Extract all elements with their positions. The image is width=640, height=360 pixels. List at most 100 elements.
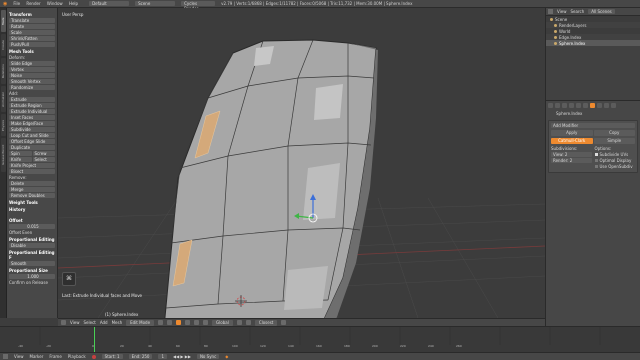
snap-icon[interactable] (245, 320, 251, 325)
extrude-individual-button[interactable]: Extrude Individual (9, 109, 55, 114)
world-tab-icon[interactable] (569, 103, 574, 108)
bisect-button[interactable]: Bisect (9, 169, 55, 174)
knife-select-button[interactable]: Select (32, 157, 55, 162)
slide-edge-button[interactable]: Slide Edge (9, 61, 55, 66)
pivot-icon[interactable] (167, 320, 173, 325)
loop-cut-button[interactable]: Loop Cut and Slide (9, 133, 55, 138)
extrude-region-button[interactable]: Extrude Region (9, 103, 55, 108)
menu-window[interactable]: Window (47, 1, 63, 6)
copy-button[interactable]: Copy (593, 130, 635, 136)
history-header[interactable]: History (9, 207, 55, 212)
3d-viewport[interactable] (58, 8, 545, 318)
catmull-clark-button[interactable]: Catmull-Clark (551, 138, 593, 144)
shrink-fatten-button[interactable]: Shrink/Fatten (9, 36, 55, 41)
subdivide-uvs-checkbox[interactable]: Subdivide UVs (594, 152, 636, 157)
transform-header[interactable]: Transform (9, 12, 55, 17)
layout-selector[interactable]: Default (89, 1, 130, 6)
menu-view[interactable]: View (70, 320, 80, 325)
current-frame-cursor[interactable] (94, 327, 95, 352)
layers-tab-icon[interactable] (555, 103, 560, 108)
render-preview-icon[interactable] (281, 320, 287, 325)
shading-icon[interactable] (158, 320, 164, 325)
orientation-selector[interactable]: Global (212, 319, 233, 326)
outliner-view-menu[interactable]: View (557, 9, 567, 14)
proportional-select[interactable]: Disable (9, 243, 55, 248)
menu-render[interactable]: Render (26, 1, 40, 6)
tab-physics[interactable]: Physics (1, 114, 6, 136)
tab-create[interactable]: Create (1, 34, 6, 56)
push-pull-button[interactable]: Push/Pull (9, 42, 55, 47)
material-tab-icon[interactable] (604, 103, 609, 108)
use-opensubdiv-checkbox[interactable]: Use OpenSubdiv (594, 164, 636, 169)
offset-edge-slide-button[interactable]: Offset Edge Slide (9, 139, 55, 144)
timeline-area[interactable] (0, 326, 640, 352)
vertex-button[interactable]: Vertex (9, 67, 55, 72)
object-tab-icon[interactable] (576, 103, 581, 108)
remove-doubles-button[interactable]: Remove Doubles (9, 193, 55, 198)
record-icon[interactable] (91, 354, 96, 359)
screw-button[interactable]: Screw (32, 151, 55, 156)
render-engine-selector[interactable]: Cycles Render (181, 1, 216, 11)
timeline-editor-icon[interactable] (3, 354, 8, 359)
knife-project-button[interactable]: Knife Project (9, 163, 55, 168)
tab-grease-pencil[interactable]: Grease Pencil (1, 138, 6, 172)
spin-button[interactable]: Spin (9, 151, 32, 156)
offset-even-checkbox[interactable]: Offset Even (9, 230, 55, 235)
snap-target-selector[interactable]: Closest (254, 319, 278, 326)
weight-tools-header[interactable]: Weight Tools (9, 200, 55, 205)
render-levels-field[interactable]: Render: 2 (551, 158, 592, 163)
timeline-playback-menu[interactable]: Playback (68, 354, 86, 359)
make-edge-face-button[interactable]: Make Edge/Face (9, 121, 55, 126)
optimal-display-checkbox[interactable]: Optimal Display (594, 158, 636, 163)
knife-button[interactable]: Knife (9, 157, 32, 162)
object-name-field[interactable]: Sphere.Index (556, 111, 638, 116)
render-tab-icon[interactable] (548, 103, 553, 108)
texture-tab-icon[interactable] (611, 103, 616, 108)
manipulator-icon[interactable] (176, 320, 182, 325)
duplicate-button[interactable]: Duplicate (9, 145, 55, 150)
apply-button[interactable]: Apply (551, 130, 593, 136)
mode-selector[interactable]: Edit Mode (126, 319, 155, 326)
merge-button[interactable]: Merge (9, 187, 55, 192)
menu-help[interactable]: Help (69, 1, 78, 6)
delete-button[interactable]: Delete (9, 181, 55, 186)
scene-selector[interactable]: Scene (135, 1, 176, 6)
menu-select[interactable]: Select (84, 320, 96, 325)
proportional-size-field[interactable]: 1.000 (9, 274, 55, 279)
tab-relations[interactable]: Relations (1, 58, 6, 84)
inset-faces-button[interactable]: Inset Faces (9, 115, 55, 120)
timeline-view-menu[interactable]: View (14, 354, 24, 359)
translate-button[interactable]: Translate (9, 18, 55, 23)
outliner-row[interactable]: Sphere.Index (546, 40, 640, 46)
timeline-marker-menu[interactable]: Marker (30, 354, 44, 359)
mesh-tools-header[interactable]: Mesh Tools (9, 49, 55, 54)
end-frame-field[interactable]: End: 250 (128, 354, 153, 359)
view-levels-field[interactable]: View: 2 (551, 152, 592, 157)
edge-select-icon[interactable] (194, 320, 200, 325)
vertex-select-icon[interactable] (185, 320, 191, 325)
face-select-icon[interactable] (203, 320, 209, 325)
confirm-release-checkbox[interactable]: Confirm on Release (9, 280, 55, 285)
outliner-editor-icon[interactable] (548, 9, 553, 14)
menu-add[interactable]: Add (100, 320, 108, 325)
keying-icon[interactable]: ◆ (225, 354, 228, 359)
smooth-vertex-button[interactable]: Smooth Vertex (9, 79, 55, 84)
add-modifier-button[interactable]: Add Modifier (551, 123, 635, 128)
scene-tab-icon[interactable] (562, 103, 567, 108)
start-frame-field[interactable]: Start: 1 (101, 354, 123, 359)
modifiers-tab-icon[interactable] (590, 103, 595, 108)
constraints-tab-icon[interactable] (583, 103, 588, 108)
falloff-select[interactable]: Smooth (9, 261, 55, 266)
offset-field[interactable]: 0.015 (9, 224, 55, 229)
timeline-frame-menu[interactable]: Frame (49, 354, 61, 359)
menu-file[interactable]: File (13, 1, 20, 6)
rotate-button[interactable]: Rotate (9, 24, 55, 29)
editor-type-icon[interactable] (61, 320, 66, 325)
current-frame-field[interactable]: 1 (158, 354, 167, 359)
outliner-display-selector[interactable]: All Scenes (588, 9, 615, 14)
blender-logo-icon[interactable]: ◉ (3, 1, 7, 7)
menu-mesh[interactable]: Mesh (112, 320, 123, 325)
randomize-button[interactable]: Randomize (9, 85, 55, 90)
tab-tools[interactable]: Tools (1, 10, 6, 32)
tab-animation[interactable]: Animation (1, 86, 6, 112)
